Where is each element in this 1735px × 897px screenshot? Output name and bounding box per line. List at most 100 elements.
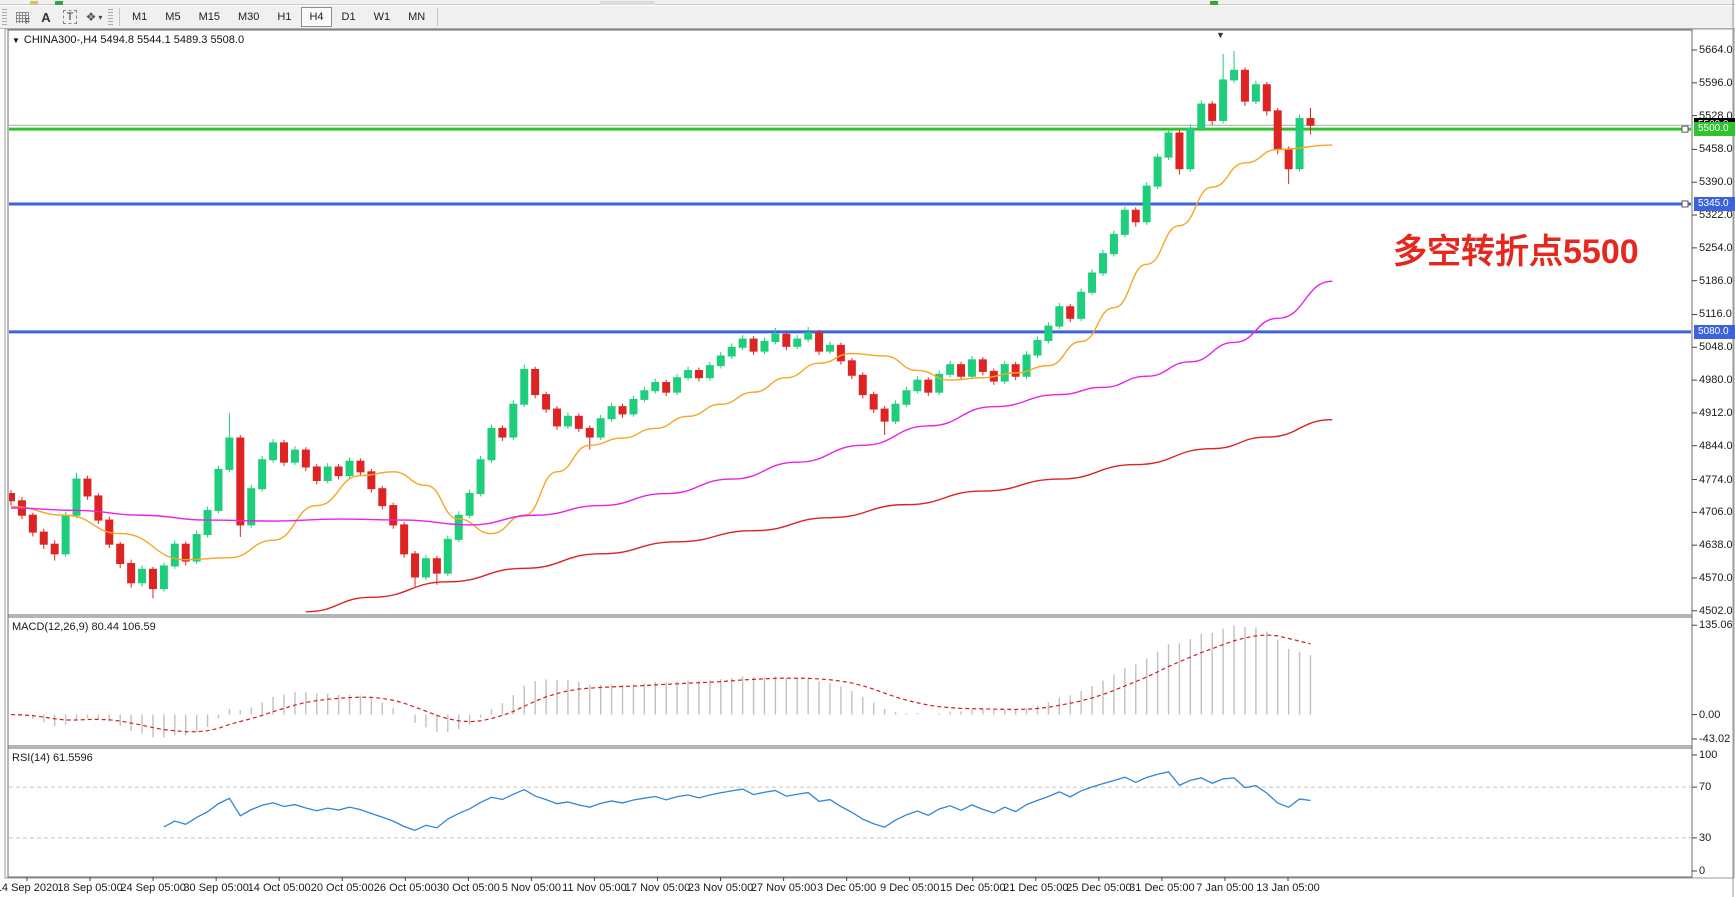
candle-body xyxy=(401,525,408,554)
candle-body xyxy=(281,443,288,462)
price-tick-label: 4844.0 xyxy=(1699,440,1733,452)
rsi-indicator-label: RSI(14) 61.5596 xyxy=(12,752,93,764)
candle-body xyxy=(958,365,965,377)
candle-body xyxy=(968,360,975,376)
plot-frame xyxy=(8,30,1692,877)
candle-body xyxy=(226,438,233,469)
date-tick-label: 18 Sep 05:00 xyxy=(57,882,122,894)
date-tick-label: 23 Nov 05:00 xyxy=(688,882,753,894)
candle-body xyxy=(554,409,561,426)
candle-body xyxy=(422,559,429,577)
candle-body xyxy=(903,391,910,405)
candle-body xyxy=(1274,111,1281,150)
chart-title-bar[interactable]: ▼CHINA300-,H4 5494.8 5544.1 5489.3 5508.… xyxy=(12,34,244,46)
candle-body xyxy=(728,347,735,356)
rsi-tick-label: 100 xyxy=(1699,749,1717,761)
symbol-dropdown-icon[interactable]: ▼ xyxy=(12,36,20,45)
candle-body xyxy=(379,489,386,506)
candle-body xyxy=(837,345,844,360)
chart-annotation-text[interactable]: 多空转折点5500 xyxy=(1393,224,1639,273)
rsi-tick-label: 0 xyxy=(1699,865,1705,877)
candle-body xyxy=(564,416,571,426)
candle-body xyxy=(1154,157,1161,186)
candle-body xyxy=(816,333,823,351)
candle-body xyxy=(1100,254,1107,273)
candle-body xyxy=(248,489,255,525)
macd-indicator-label: MACD(12,26,9) 80.44 106.59 xyxy=(12,621,156,633)
candle-body xyxy=(543,395,550,409)
candle-body xyxy=(1296,119,1303,169)
price-tick-label: 5458.0 xyxy=(1699,143,1733,155)
candle-body xyxy=(663,383,670,393)
candle-body xyxy=(128,564,135,583)
candle-body xyxy=(62,515,69,554)
candle-body xyxy=(171,544,178,566)
candle-body xyxy=(870,395,877,409)
candle-body xyxy=(881,409,888,421)
price-tick-label: 4638.0 xyxy=(1699,539,1733,551)
candle-body xyxy=(608,407,615,419)
candle-body xyxy=(29,515,36,532)
candle-body xyxy=(761,342,768,352)
candle-body xyxy=(1121,210,1128,234)
candle-body xyxy=(270,443,277,460)
candle-body xyxy=(750,339,757,351)
candle-body xyxy=(772,334,779,341)
candle-body xyxy=(237,438,244,525)
candle-body xyxy=(40,532,47,544)
chart-canvas[interactable] xyxy=(0,0,1735,897)
candle-body xyxy=(291,450,298,462)
candle-body xyxy=(859,375,866,394)
candle-body xyxy=(51,544,58,554)
candle-body xyxy=(674,378,681,392)
candle-body xyxy=(794,339,801,346)
price-tick-label: 4502.0 xyxy=(1699,605,1733,617)
candle-body xyxy=(1067,307,1074,319)
candle-body xyxy=(1263,85,1270,111)
candle-body xyxy=(1187,128,1194,169)
candle-body xyxy=(1198,104,1205,128)
date-tick-label: 9 Dec 05:00 xyxy=(880,882,939,894)
date-tick-label: 14 Oct 05:00 xyxy=(248,882,311,894)
candle-body xyxy=(117,544,124,563)
candle-body xyxy=(630,399,637,413)
candle-body xyxy=(1143,186,1150,222)
candle-body xyxy=(357,461,364,472)
price-tick-label: 4706.0 xyxy=(1699,506,1733,518)
price-tick-label: 5390.0 xyxy=(1699,176,1733,188)
date-tick-label: 24 Sep 05:00 xyxy=(120,882,185,894)
candle-body xyxy=(685,370,692,377)
candle-body xyxy=(204,510,211,534)
candle-body xyxy=(313,467,320,481)
candle-body xyxy=(1241,70,1248,101)
candle-body xyxy=(717,356,724,366)
candle-body xyxy=(739,339,746,347)
hline-5500-tag: 5500.0 xyxy=(1694,122,1735,136)
candle-body xyxy=(1056,307,1063,326)
candle-body xyxy=(1209,104,1216,120)
hline-5345-handle[interactable] xyxy=(1682,201,1688,207)
chart-shift-marker-icon[interactable]: ▼ xyxy=(1216,30,1225,40)
candle-body xyxy=(444,539,451,573)
candle-body xyxy=(1132,210,1139,222)
price-tick-label: 5048.0 xyxy=(1699,341,1733,353)
candle-body xyxy=(706,366,713,378)
candle-body xyxy=(947,365,954,375)
candle-body xyxy=(1110,234,1117,253)
candle-body xyxy=(783,334,790,346)
candle-body xyxy=(1034,341,1041,355)
macd-tick-label: -43.02 xyxy=(1699,733,1730,745)
price-tick-label: 4570.0 xyxy=(1699,572,1733,584)
candle-body xyxy=(641,391,648,400)
candle-body xyxy=(84,479,91,496)
candle-body xyxy=(979,360,986,372)
candle-body xyxy=(346,461,353,475)
hline-5500-handle[interactable] xyxy=(1682,126,1688,132)
candle-body xyxy=(805,333,812,339)
candle-body xyxy=(433,559,440,573)
candle-body xyxy=(302,450,309,467)
date-tick-label: 15 Dec 05:00 xyxy=(940,882,1005,894)
candle-body xyxy=(521,369,528,404)
macd-tick-label: 135.06 xyxy=(1699,619,1733,631)
candle-body xyxy=(193,535,200,562)
